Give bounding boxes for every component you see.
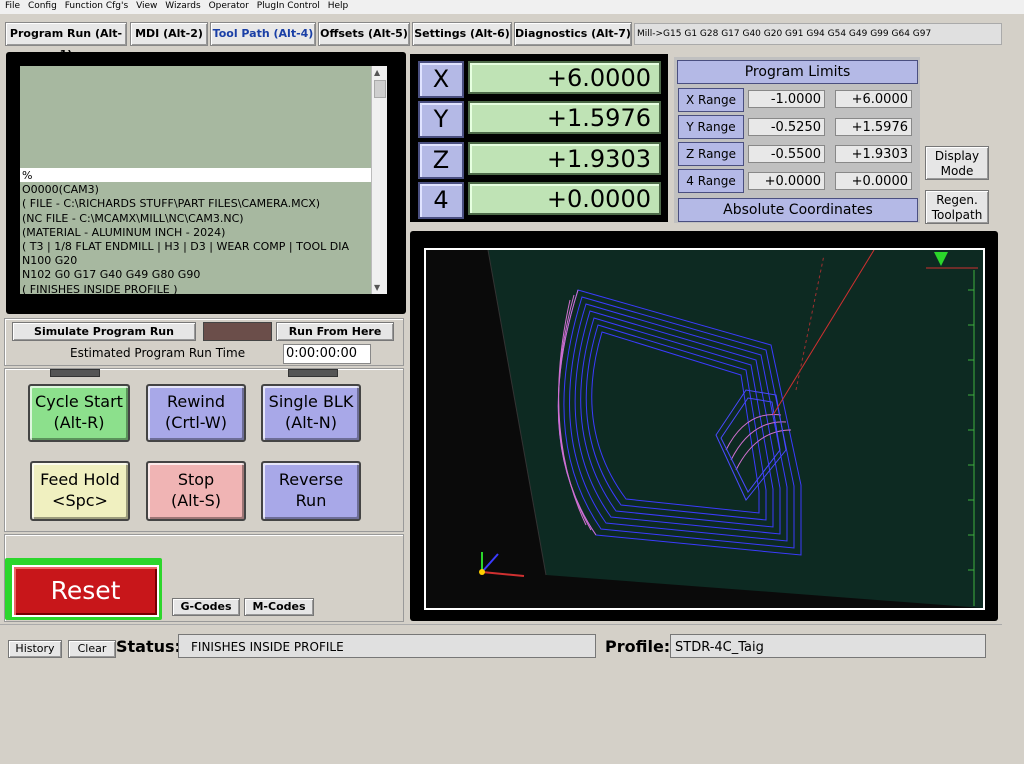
y-range-max: +1.5976 — [835, 118, 912, 136]
display-mode-label: Display — [934, 149, 980, 163]
status-label: Status: — [116, 637, 181, 656]
toolpath-graphic — [479, 249, 983, 608]
y-range-label: Y Range — [678, 115, 744, 139]
dro-x-value[interactable]: +6.0000 — [468, 61, 661, 94]
single-blk-button[interactable]: Single BLK (Alt-N) — [261, 384, 361, 442]
tab-settings[interactable]: Settings (Alt-6) — [412, 22, 512, 46]
reset-button[interactable]: Reset — [12, 565, 159, 617]
x-range-label: X Range — [678, 88, 744, 112]
a-range-min: +0.0000 — [748, 172, 825, 190]
status-value: FINISHES INSIDE PROFILE — [178, 634, 596, 658]
display-mode-button[interactable]: Display Mode — [925, 146, 989, 180]
run-from-here-button[interactable]: Run From Here — [276, 322, 394, 341]
profile-label: Profile: — [605, 637, 671, 656]
x-range-min: -1.0000 — [748, 90, 825, 108]
g-codes-button[interactable]: G-Codes — [172, 598, 240, 616]
reverse-run-label: Reverse — [278, 470, 344, 489]
origin-axes-icon — [479, 552, 525, 577]
y-range-min: -0.5250 — [748, 118, 825, 136]
simulate-led — [203, 322, 272, 341]
menu-config[interactable]: Config — [28, 0, 57, 12]
rewind-button[interactable]: Rewind (Crtl-W) — [146, 384, 246, 442]
cycle-start-led — [50, 369, 100, 377]
single-blk-led — [288, 369, 338, 377]
estimated-run-time-value: 0:00:00:00 — [283, 344, 371, 364]
single-blk-hotkey: (Alt-N) — [285, 413, 337, 432]
display-mode-label-2: Mode — [940, 164, 974, 178]
tab-mdi[interactable]: MDI (Alt-2) — [130, 22, 208, 46]
axis-x-button[interactable]: X — [418, 61, 464, 98]
program-line: (MATERIAL - ALUMINUM INCH - 2024) — [22, 225, 226, 239]
dro-y-value[interactable]: +1.5976 — [468, 101, 661, 134]
tab-tool-path[interactable]: Tool Path (Alt-4) — [210, 22, 316, 46]
menu-file[interactable]: File — [5, 0, 20, 12]
menu-operator[interactable]: Operator — [209, 0, 249, 12]
single-blk-label: Single BLK — [268, 392, 354, 411]
program-line: (NC FILE - C:\MCAMX\MILL\NC\CAM3.NC) — [22, 211, 244, 225]
dro-z-value[interactable]: +1.9303 — [468, 142, 661, 175]
menu-function-cfgs[interactable]: Function Cfg's — [65, 0, 128, 12]
toolpath-plane — [488, 250, 983, 608]
feed-hold-button[interactable]: Feed Hold <Spc> — [30, 461, 130, 521]
menu-view[interactable]: View — [136, 0, 157, 12]
program-lines: % O0000(CAM3) ( FILE - C:\RICHARDS STUFF… — [22, 169, 372, 297]
simulate-program-run-button[interactable]: Simulate Program Run — [12, 322, 196, 341]
reverse-run-label-2: Run — [295, 491, 327, 510]
stop-label: Stop — [177, 470, 215, 489]
profile-value: STDR-4C_Taig — [670, 634, 986, 658]
reverse-run-button[interactable]: Reverse Run — [261, 461, 361, 521]
axis-4-button[interactable]: 4 — [418, 182, 464, 219]
program-line-current: % — [22, 169, 33, 182]
program-line: N100 G20 — [22, 254, 78, 268]
cycle-start-hotkey: (Alt-R) — [53, 413, 105, 432]
m-codes-button[interactable]: M-Codes — [244, 598, 314, 616]
menu-wizards[interactable]: Wizards — [165, 0, 200, 12]
program-line: ( T3 | 1/8 FLAT ENDMILL | H3 | D3 | WEAR… — [22, 240, 350, 254]
modal-gcodes-display: Mill->G15 G1 G28 G17 G40 G20 G91 G94 G54… — [634, 23, 1002, 45]
stop-hotkey: (Alt-S) — [170, 491, 222, 510]
menu-plugin-control[interactable]: PlugIn Control — [257, 0, 320, 12]
scroll-up-icon[interactable]: ▲ — [374, 68, 380, 77]
a-range-label: 4 Range — [678, 169, 744, 193]
axis-z-button[interactable]: Z — [418, 142, 464, 179]
tab-program-run[interactable]: Program Run (Alt-1) — [5, 22, 127, 61]
regen-label: Regen. — [936, 193, 978, 207]
clear-button[interactable]: Clear — [68, 640, 116, 658]
program-line: ( FILE - C:\RICHARDS STUFF\PART FILES\CA… — [22, 197, 321, 211]
program-line: O0000(CAM3) — [22, 183, 99, 197]
program-line: ( FINISHES INSIDE PROFILE ) — [22, 282, 178, 296]
history-button[interactable]: History — [8, 640, 62, 658]
menu-bar: File Config Function Cfg's View Wizards … — [0, 0, 1024, 14]
rewind-label: Rewind — [166, 392, 226, 411]
feed-hold-label: Feed Hold — [40, 470, 120, 489]
stop-button[interactable]: Stop (Alt-S) — [146, 461, 246, 521]
cycle-start-label: Cycle Start — [35, 392, 123, 411]
z-range-label: Z Range — [678, 142, 744, 166]
regen-label-2: Toolpath — [931, 208, 983, 222]
absolute-coordinates-indicator: Absolute Coordinates — [678, 198, 918, 222]
a-range-max: +0.0000 — [835, 172, 912, 190]
regen-toolpath-button[interactable]: Regen. Toolpath — [925, 190, 989, 224]
z-range-min: -0.5500 — [748, 145, 825, 163]
rewind-hotkey: (Crtl-W) — [165, 413, 227, 432]
dro-4-value[interactable]: +0.0000 — [468, 182, 661, 215]
program-limits-title: Program Limits — [677, 60, 918, 84]
scroll-down-icon[interactable]: ▼ — [374, 283, 380, 292]
toolpath-display[interactable] — [424, 248, 985, 610]
tab-offsets[interactable]: Offsets (Alt-5) — [318, 22, 410, 46]
z-range-max: +1.9303 — [835, 145, 912, 163]
scroll-thumb[interactable] — [374, 80, 386, 98]
menu-help[interactable]: Help — [328, 0, 349, 12]
estimated-run-time-label: Estimated Program Run Time — [70, 346, 246, 360]
listing-scrollbar[interactable]: ▲ ▼ — [371, 66, 387, 294]
x-range-max: +6.0000 — [835, 90, 912, 108]
cycle-start-button[interactable]: Cycle Start (Alt-R) — [28, 384, 130, 442]
axis-y-button[interactable]: Y — [418, 101, 464, 138]
feed-hold-hotkey: <Spc> — [52, 491, 108, 510]
tab-diagnostics[interactable]: Diagnostics (Alt-7) — [514, 22, 632, 46]
program-line: N102 G0 G17 G40 G49 G80 G90 — [22, 268, 201, 282]
